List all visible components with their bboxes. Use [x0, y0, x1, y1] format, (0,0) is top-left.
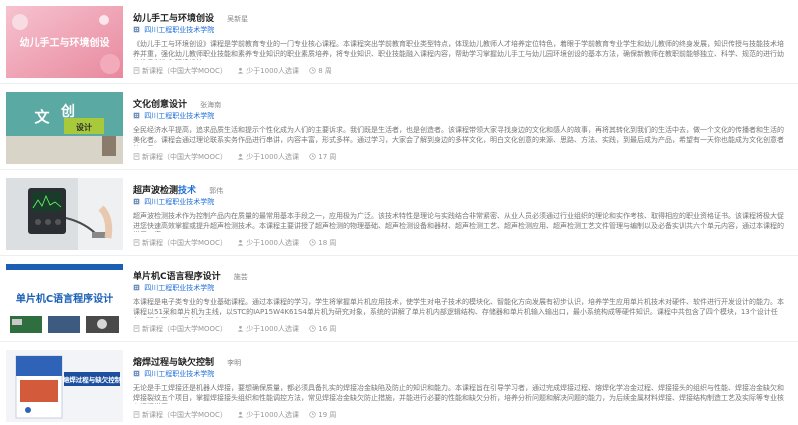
thumb-glyph-chuang: 创 — [60, 103, 75, 120]
course-description: 无论是手工焊接还是机器人焊接，要想确保质量，都必须具备扎实的焊接冶金缺陷及防止的… — [133, 384, 784, 404]
course-school-link[interactable]: 四川工程职业技术学院 — [144, 198, 214, 206]
course-meta: 新课程（中国大学MOOC） 少于1000人选课 16 周 — [133, 324, 788, 335]
course-teacher: 李明 — [227, 359, 242, 367]
course-source: 新课程（中国大学MOOC） — [142, 239, 227, 247]
course-title[interactable]: 文化创意设计 — [133, 100, 187, 110]
svg-text:单片机C语言程序设计: 单片机C语言程序设计 — [16, 292, 113, 305]
clock-icon — [309, 239, 316, 246]
thumb-glyph-sheji: 设计 — [76, 122, 92, 132]
course-duration: 17 周 — [318, 153, 337, 161]
course-school-link[interactable]: 四川工程职业技术学院 — [144, 26, 214, 34]
school-icon — [133, 112, 140, 119]
book-icon — [133, 153, 140, 160]
course-thumbnail[interactable] — [6, 178, 123, 250]
course-source: 新课程（中国大学MOOC） — [142, 153, 227, 161]
course-teacher: 施芸 — [233, 273, 248, 281]
course-duration: 16 周 — [318, 325, 337, 333]
user-icon — [237, 325, 244, 332]
course-teacher: 郭伟 — [209, 187, 224, 195]
course-title[interactable]: 超声波检测技术 — [133, 186, 196, 196]
school-icon — [133, 284, 140, 291]
school-icon — [133, 198, 140, 205]
svg-text:熔焊过程与缺欠控制: 熔焊过程与缺欠控制 — [63, 375, 122, 384]
course-title[interactable]: 单片机C语言程序设计 — [133, 272, 221, 282]
course-school-link[interactable]: 四川工程职业技术学院 — [144, 370, 214, 378]
course-item[interactable]: 单片机C语言程序设计 单片机C语言程序设计 施芸 四川工程职业技术学院 本课程是… — [0, 258, 798, 342]
clock-icon — [309, 411, 316, 418]
course-info: 熔焊过程与缺欠控制 李明 四川工程职业技术学院 无论是手工焊接还是机器人焊接，要… — [133, 351, 788, 425]
clock-icon — [309, 325, 316, 332]
course-teacher: 张海南 — [200, 101, 222, 109]
book-icon — [133, 325, 140, 332]
book-icon — [133, 239, 140, 246]
course-enroll-count: 少于1000人选课 — [246, 67, 300, 75]
course-meta: 新课程（中国大学MOOC） 少于1000人选课 17 周 — [133, 152, 788, 163]
course-meta: 新课程（中国大学MOOC） 少于1000人选课 18 周 — [133, 238, 788, 249]
user-icon — [237, 411, 244, 418]
course-thumbnail[interactable]: 熔焊过程与缺欠控制 — [6, 350, 123, 422]
school-icon — [133, 26, 140, 33]
user-icon — [237, 153, 244, 160]
course-info: 文化创意设计 张海南 四川工程职业技术学院 全民经济水平提高，追求品质生活和提示… — [133, 93, 788, 169]
course-info: 单片机C语言程序设计 施芸 四川工程职业技术学院 本课程是电子类专业的专业基础课… — [133, 265, 788, 341]
course-meta: 新课程（中国大学MOOC） 少于1000人选课 19 周 — [133, 410, 788, 421]
svg-text:幼儿手工与环境创设: 幼儿手工与环境创设 — [20, 36, 110, 49]
course-enroll-count: 少于1000人选课 — [246, 153, 300, 161]
course-item[interactable]: 幼儿手工与环境创设 幼儿手工与环境创设 吴新星 四川工程职业技术学院 《幼儿手工… — [0, 0, 798, 84]
course-enroll-count: 少于1000人选课 — [246, 325, 300, 333]
clock-icon — [309, 67, 316, 74]
course-teacher: 吴新星 — [227, 15, 249, 23]
course-enroll-count: 少于1000人选课 — [246, 411, 300, 419]
course-info: 幼儿手工与环境创设 吴新星 四川工程职业技术学院 《幼儿手工与环境创设》课程是学… — [133, 7, 788, 83]
course-enroll-count: 少于1000人选课 — [246, 239, 300, 247]
course-description: 《幼儿手工与环境创设》课程是学前教育专业的一门专业核心课程。本课程突出学前教育职… — [133, 40, 784, 60]
course-description: 超声波检测技术作为控制产品内在质量的最常用基本手段之一，应用极为广泛。该技术特性… — [133, 212, 784, 232]
book-icon — [133, 67, 140, 74]
course-thumbnail[interactable]: 单片机C语言程序设计 — [6, 264, 123, 336]
course-duration: 8 周 — [318, 67, 332, 75]
book-icon — [133, 411, 140, 418]
course-description: 全民经济水平提高，追求品质生活和提示个性化成为人们的主要诉求。我们既是生活者，也… — [133, 126, 784, 146]
course-school-link[interactable]: 四川工程职业技术学院 — [144, 284, 214, 292]
course-description: 本课程是电子类专业的专业基础课程。通过本课程的学习，学生将掌握单片机应用技术，使… — [133, 298, 784, 318]
course-meta: 新课程（中国大学MOOC） 少于1000人选课 8 周 — [133, 66, 788, 77]
course-source: 新课程（中国大学MOOC） — [142, 325, 227, 333]
course-item[interactable]: 超声波检测技术 郭伟 四川工程职业技术学院 超声波检测技术作为控制产品内在质量的… — [0, 172, 798, 256]
school-icon — [133, 370, 140, 377]
user-icon — [237, 67, 244, 74]
course-duration: 19 周 — [318, 411, 337, 419]
course-school-link[interactable]: 四川工程职业技术学院 — [144, 112, 214, 120]
course-thumbnail[interactable]: 幼儿手工与环境创设 — [6, 6, 123, 78]
course-source: 新课程（中国大学MOOC） — [142, 411, 227, 419]
course-duration: 18 周 — [318, 239, 337, 247]
thumb-glyph-wen: 文 — [34, 108, 50, 126]
course-info: 超声波检测技术 郭伟 四川工程职业技术学院 超声波检测技术作为控制产品内在质量的… — [133, 179, 788, 255]
clock-icon — [309, 153, 316, 160]
course-list: 幼儿手工与环境创设 幼儿手工与环境创设 吴新星 四川工程职业技术学院 《幼儿手工… — [0, 0, 798, 425]
course-title[interactable]: 幼儿手工与环境创设 — [133, 14, 214, 24]
user-icon — [237, 239, 244, 246]
course-item[interactable]: 熔焊过程与缺欠控制 熔焊过程与缺欠控制 李明 四川工程职业技术学院 无论是手工焊… — [0, 344, 798, 425]
course-source: 新课程（中国大学MOOC） — [142, 67, 227, 75]
course-thumbnail[interactable]: 文 创 设计 — [6, 92, 123, 164]
course-item[interactable]: 文 创 设计 文化创意设计 张海南 四川工程职业技术学院 全民经济水平提高，追求… — [0, 86, 798, 170]
course-title[interactable]: 熔焊过程与缺欠控制 — [133, 358, 214, 368]
